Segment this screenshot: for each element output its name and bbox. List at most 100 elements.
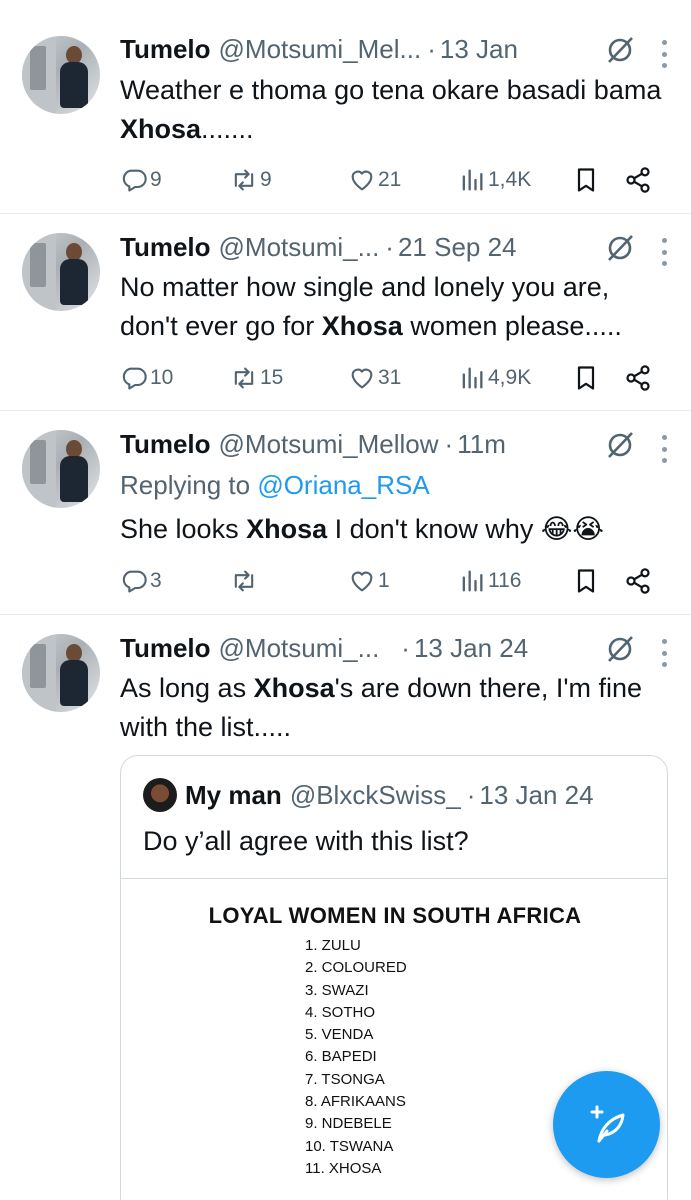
reply-count: 9 [150, 168, 162, 191]
reply-count: 3 [150, 569, 162, 592]
quote-author-name[interactable]: My man [185, 780, 282, 811]
tweet[interactable]: Tumelo @Motsumi_Mellow · 11m Replying to… [0, 411, 691, 615]
tweet-header: Tumelo @Motsumi_Mellow · 11m [120, 427, 671, 461]
author-handle[interactable]: @Motsumi_Mel... [219, 34, 422, 65]
bookmark-button[interactable] [572, 564, 602, 598]
tweet-text: She looks Xhosa I don't know why 😂😭 [120, 514, 604, 544]
replying-to: Replying to @Oriana_RSA [120, 470, 430, 500]
bookmark-icon [577, 569, 595, 593]
retweet-button[interactable]: 9 [230, 163, 272, 197]
separator: · [466, 779, 476, 810]
author-name[interactable]: Tumelo [120, 232, 211, 263]
separator: · [401, 632, 410, 663]
reply-button[interactable]: 10 [120, 361, 173, 395]
author-handle[interactable]: @Motsumi_... [219, 633, 380, 664]
separator: · [427, 33, 436, 64]
bookmark-icon [577, 168, 595, 192]
tweet-actions: 9 9 21 1,4K [120, 163, 660, 197]
views-button[interactable]: 1,4K [458, 163, 531, 197]
tweet-header: Tumelo @Motsumi_... · 13 Jan 24 [120, 631, 671, 665]
view-count: 4,9K [488, 366, 532, 389]
more-icon[interactable] [659, 639, 669, 667]
list-item: 10. TSWANA [305, 1137, 394, 1155]
more-icon[interactable] [659, 40, 669, 68]
list-item: 5. VENDA [305, 1026, 374, 1044]
quote-author-handle[interactable]: @BlxckSwiss_ [290, 780, 461, 811]
grok-icon[interactable] [605, 430, 635, 460]
tweet[interactable]: Tumelo @Motsumi_... · 21 Sep 24 No matte… [0, 214, 691, 411]
retweet-button[interactable]: 15 [230, 361, 283, 395]
reply-icon [122, 169, 147, 192]
list-item: 1. ZULU [305, 937, 361, 954]
author-name[interactable]: Tumelo [120, 633, 211, 664]
tweet-date[interactable]: 13 Jan [440, 34, 518, 65]
reply-mention-link[interactable]: @Oriana_RSA [257, 470, 429, 500]
tweet-text: No matter how single and lonely you are,… [120, 272, 622, 341]
author-handle[interactable]: @Motsumi_... [219, 232, 380, 263]
quote-avatar[interactable] [143, 778, 177, 812]
tweet-text: Weather e thoma go tena okare basadi bam… [120, 75, 662, 144]
retweet-icon [234, 169, 254, 191]
list-item: 7. TSONGA [305, 1070, 385, 1088]
views-icon [462, 570, 483, 592]
avatar[interactable] [22, 634, 100, 712]
image-list: 1. ZULU 2. COLOURED 3. SWAZI 4. SOTHO 5.… [305, 935, 407, 1180]
heart-icon [351, 170, 373, 191]
grok-icon[interactable] [605, 35, 635, 65]
views-icon [462, 367, 483, 389]
reply-button[interactable]: 9 [120, 163, 162, 197]
grok-icon[interactable] [605, 233, 635, 263]
list-item: 4. SOTHO [305, 1003, 376, 1021]
grok-icon[interactable] [605, 634, 635, 664]
bookmark-button[interactable] [572, 163, 602, 197]
retweet-button[interactable] [230, 564, 260, 598]
like-count: 1 [378, 569, 390, 592]
author-name[interactable]: Tumelo [120, 34, 211, 65]
tweet[interactable]: Tumelo @Motsumi_Mel... · 13 Jan Weather … [0, 0, 691, 214]
tweet-date[interactable]: 21 Sep 24 [398, 232, 517, 263]
separator: · [444, 428, 454, 459]
quote-header: My man @BlxckSwiss_ · 13 Jan 24 [143, 778, 594, 812]
retweet-icon [234, 367, 254, 389]
author-handle[interactable]: @Motsumi_Mellow [219, 429, 439, 460]
tweet-text: As long as Xhosa's are down there, I'm f… [120, 673, 643, 742]
share-button[interactable] [624, 361, 654, 395]
tweet-date[interactable]: 11m [457, 429, 506, 460]
views-button[interactable]: 116 [458, 564, 521, 598]
retweet-count: 9 [260, 168, 272, 191]
list-item: 9. NDEBELE [305, 1115, 392, 1133]
like-button[interactable]: 21 [348, 163, 401, 197]
like-button[interactable]: 31 [348, 361, 401, 395]
views-button[interactable]: 4,9K [458, 361, 531, 395]
share-icon [626, 568, 650, 594]
tweet-header: Tumelo @Motsumi_... · 21 Sep 24 [120, 230, 671, 264]
reply-icon [122, 570, 147, 593]
tweet-actions: 3 1 116 [120, 564, 660, 598]
share-button[interactable] [624, 564, 654, 598]
list-item: 6. BAPEDI [305, 1048, 377, 1066]
view-count: 1,4K [488, 168, 532, 191]
compose-icon [590, 1105, 624, 1142]
compose-button[interactable] [553, 1071, 660, 1178]
retweet-icon [234, 570, 254, 592]
avatar[interactable] [22, 233, 100, 311]
more-icon[interactable] [659, 238, 669, 266]
reply-count: 10 [150, 366, 174, 389]
more-icon[interactable] [659, 435, 669, 463]
list-item: 3. SWAZI [305, 981, 369, 999]
like-count: 31 [378, 366, 402, 389]
heart-icon [351, 571, 373, 592]
reply-button[interactable]: 3 [120, 564, 162, 598]
tweet-header: Tumelo @Motsumi_Mel... · 13 Jan [120, 32, 671, 66]
bookmark-button[interactable] [572, 361, 602, 395]
like-count: 21 [378, 168, 402, 191]
quote-date[interactable]: 13 Jan 24 [479, 780, 593, 811]
tweet-date[interactable]: 13 Jan 24 [414, 633, 528, 664]
avatar[interactable] [22, 36, 100, 114]
share-button[interactable] [624, 163, 654, 197]
share-icon [626, 167, 650, 193]
like-button[interactable]: 1 [348, 564, 390, 598]
bookmark-icon [577, 366, 595, 390]
avatar[interactable] [22, 430, 100, 508]
author-name[interactable]: Tumelo [120, 429, 211, 460]
